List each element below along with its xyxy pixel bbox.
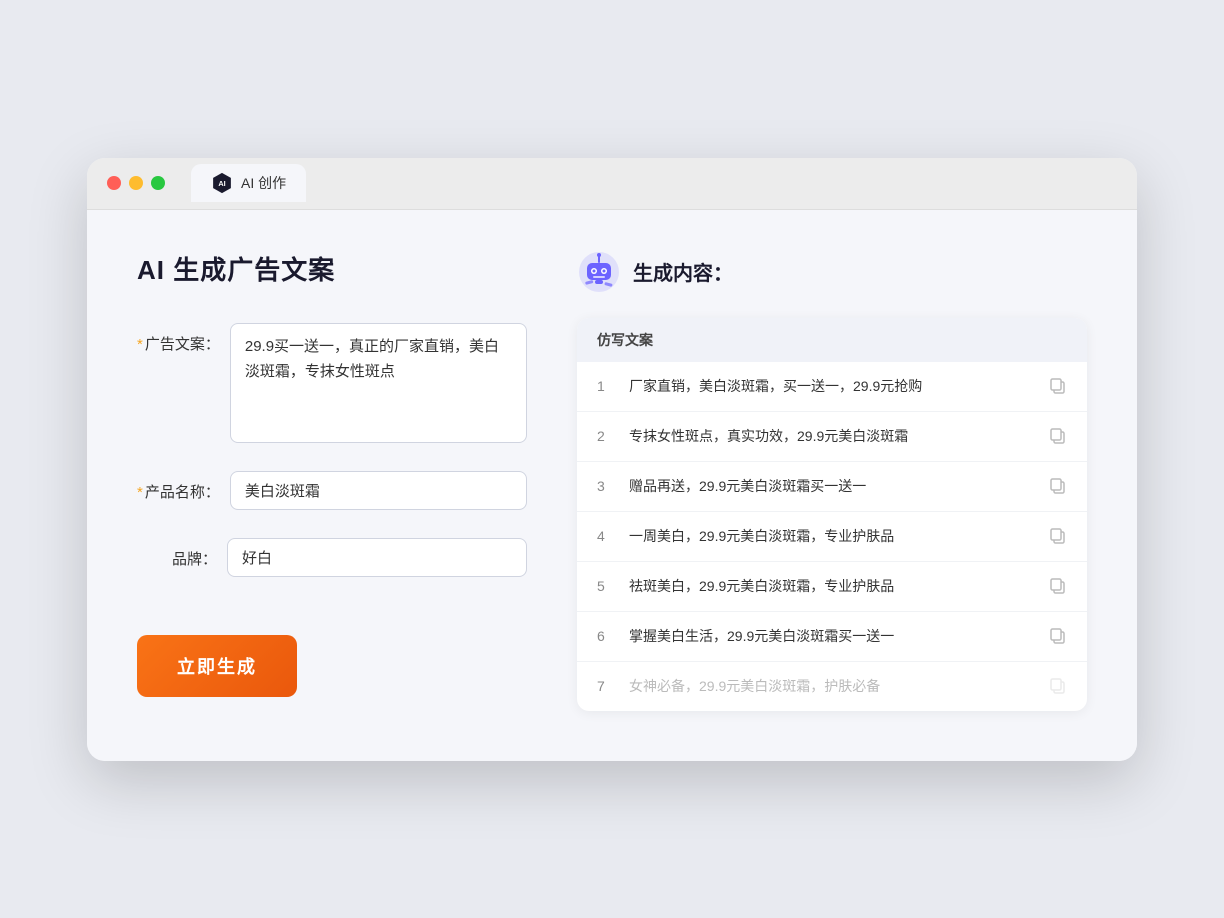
result-header: 生成内容： — [577, 250, 1087, 294]
ad-copy-row: *广告文案： 29.9买一送一，真正的厂家直销，美白淡斑霜，专抹女性斑点 — [137, 323, 527, 443]
table-header: 仿写文案 — [577, 318, 1087, 362]
table-row: 2 专抹女性斑点，真实功效，29.9元美白淡斑霜 — [577, 412, 1087, 462]
ad-copy-label: *广告文案： — [137, 323, 220, 354]
close-button[interactable] — [107, 176, 121, 190]
row-number: 6 — [597, 628, 617, 644]
row-number: 7 — [597, 678, 617, 694]
required-star: * — [137, 336, 143, 353]
svg-text:AI: AI — [218, 179, 225, 188]
row-text: 女神必备，29.9元美白淡斑霜，护肤必备 — [629, 676, 1037, 697]
table-row: 3 赠品再送，29.9元美白淡斑霜买一送一 — [577, 462, 1087, 512]
ai-tab-icon: AI — [211, 172, 233, 194]
result-table: 仿写文案 1 厂家直销，美白淡斑霜，买一送一，29.9元抢购 2 专抹女性斑点，… — [577, 318, 1087, 711]
product-name-row: *产品名称： 美白淡斑霜 — [137, 471, 527, 510]
table-row: 6 掌握美白生活，29.9元美白淡斑霜买一送一 — [577, 612, 1087, 662]
right-panel: 生成内容： 仿写文案 1 厂家直销，美白淡斑霜，买一送一，29.9元抢购 2 专… — [577, 250, 1087, 711]
tab-label: AI 创作 — [241, 173, 286, 193]
row-text: 厂家直销，美白淡斑霜，买一送一，29.9元抢购 — [629, 376, 1037, 397]
copy-icon[interactable] — [1049, 477, 1067, 495]
brand-input[interactable]: 好白 — [227, 538, 527, 577]
row-text: 赠品再送，29.9元美白淡斑霜买一送一 — [629, 476, 1037, 497]
main-layout: AI 生成广告文案 *广告文案： 29.9买一送一，真正的厂家直销，美白淡斑霜，… — [137, 250, 1087, 711]
page-title: AI 生成广告文案 — [137, 250, 527, 287]
row-number: 5 — [597, 578, 617, 594]
table-row: 5 祛斑美白，29.9元美白淡斑霜，专业护肤品 — [577, 562, 1087, 612]
browser-tab[interactable]: AI AI 创作 — [191, 164, 306, 202]
required-star-2: * — [137, 484, 143, 501]
maximize-button[interactable] — [151, 176, 165, 190]
brand-label: 品牌： — [137, 538, 217, 569]
result-title: 生成内容： — [633, 257, 733, 286]
copy-icon[interactable] — [1049, 377, 1067, 395]
copy-icon[interactable] — [1049, 427, 1067, 445]
browser-content: AI 生成广告文案 *广告文案： 29.9买一送一，真正的厂家直销，美白淡斑霜，… — [87, 210, 1137, 761]
browser-window: AI AI 创作 AI 生成广告文案 *广告文案： 29.9买一送一，真正的厂家… — [87, 158, 1137, 761]
bot-icon — [577, 250, 621, 294]
table-row: 1 厂家直销，美白淡斑霜，买一送一，29.9元抢购 — [577, 362, 1087, 412]
table-rows-container: 1 厂家直销，美白淡斑霜，买一送一，29.9元抢购 2 专抹女性斑点，真实功效，… — [577, 362, 1087, 711]
copy-icon[interactable] — [1049, 527, 1067, 545]
generate-button[interactable]: 立即生成 — [137, 635, 297, 697]
product-name-input[interactable]: 美白淡斑霜 — [230, 471, 527, 510]
titlebar: AI AI 创作 — [87, 158, 1137, 210]
copy-icon[interactable] — [1049, 577, 1067, 595]
row-number: 4 — [597, 528, 617, 544]
row-text: 掌握美白生活，29.9元美白淡斑霜买一送一 — [629, 626, 1037, 647]
copy-icon[interactable] — [1049, 677, 1067, 695]
row-number: 3 — [597, 478, 617, 494]
row-text: 一周美白，29.9元美白淡斑霜，专业护肤品 — [629, 526, 1037, 547]
row-number: 2 — [597, 428, 617, 444]
minimize-button[interactable] — [129, 176, 143, 190]
row-number: 1 — [597, 378, 617, 394]
ad-copy-input[interactable]: 29.9买一送一，真正的厂家直销，美白淡斑霜，专抹女性斑点 — [230, 323, 527, 443]
row-text: 祛斑美白，29.9元美白淡斑霜，专业护肤品 — [629, 576, 1037, 597]
brand-row: 品牌： 好白 — [137, 538, 527, 577]
table-row: 7 女神必备，29.9元美白淡斑霜，护肤必备 — [577, 662, 1087, 711]
row-text: 专抹女性斑点，真实功效，29.9元美白淡斑霜 — [629, 426, 1037, 447]
table-row: 4 一周美白，29.9元美白淡斑霜，专业护肤品 — [577, 512, 1087, 562]
copy-icon[interactable] — [1049, 627, 1067, 645]
left-panel: AI 生成广告文案 *广告文案： 29.9买一送一，真正的厂家直销，美白淡斑霜，… — [137, 250, 527, 711]
product-name-label: *产品名称： — [137, 471, 220, 502]
traffic-lights — [107, 176, 165, 190]
